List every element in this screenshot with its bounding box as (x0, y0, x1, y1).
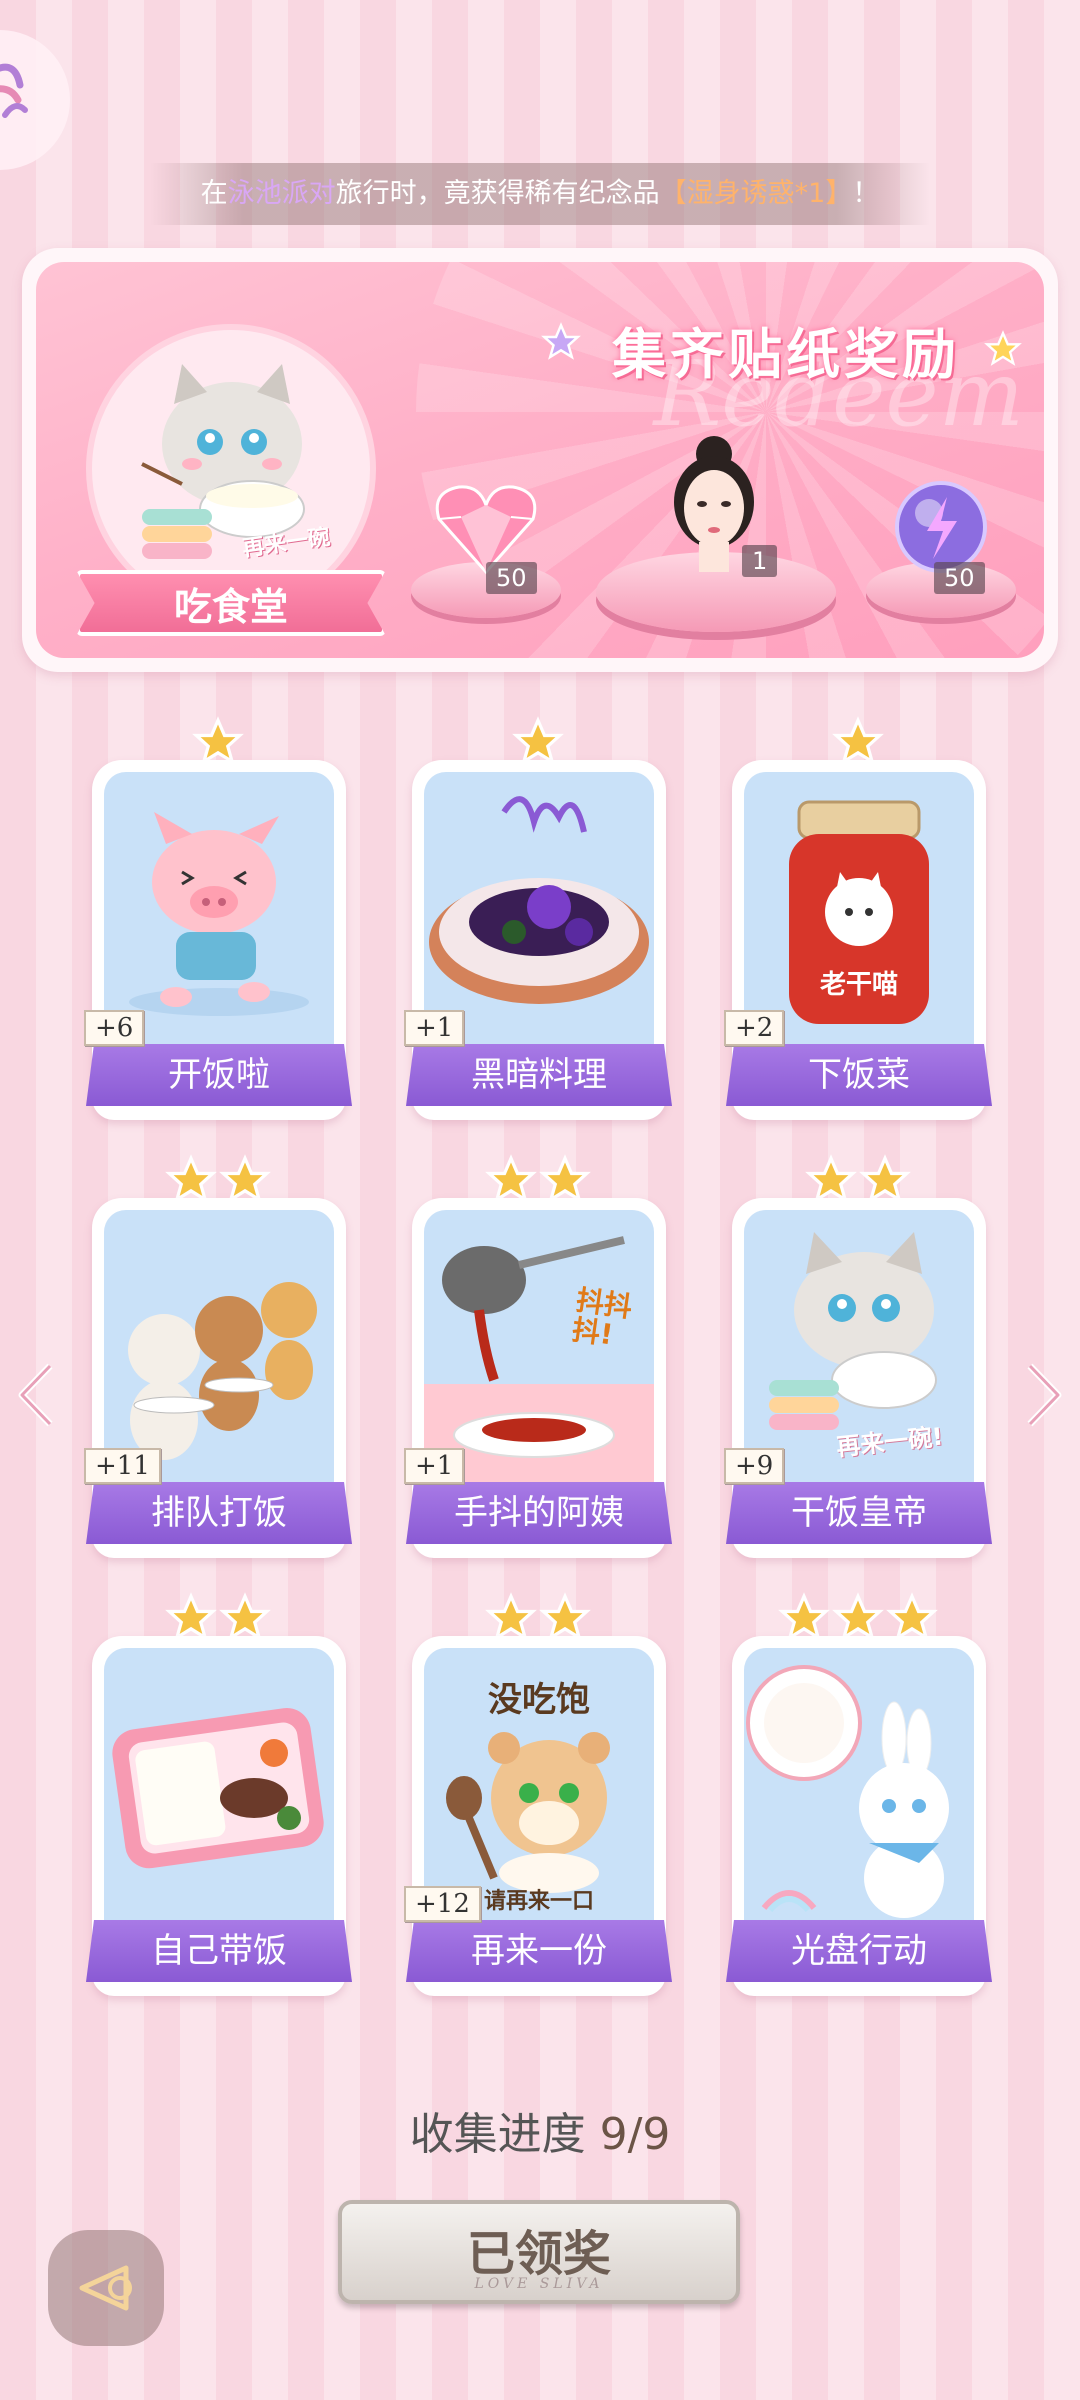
progress-value: 9/9 (599, 2109, 671, 2160)
reward-count: 1 (742, 545, 778, 577)
top-left-bubble[interactable] (0, 30, 70, 170)
back-arrow-icon (79, 2265, 132, 2311)
notice-suffix: ！ (852, 178, 880, 209)
sticker-count: +6 (84, 1010, 145, 1046)
sticker-name: 自己带饭 (86, 1920, 352, 1982)
back-button[interactable] (48, 2230, 164, 2346)
sticker-name: 再来一份 (406, 1920, 672, 1982)
sticker-name: 干饭皇帝 (726, 1482, 992, 1544)
notice-bar: 在泳池派对旅行时，竟获得稀有纪念品【湿身诱惑*1】！ (150, 163, 930, 225)
sticker-card[interactable]: 光盘行动 (726, 1636, 992, 1996)
swirl-icon (0, 63, 28, 118)
sticker-name: 排队打饭 (86, 1482, 352, 1544)
sticker-name: 光盘行动 (726, 1920, 992, 1982)
sticker-name: 下饭菜 (726, 1044, 992, 1106)
reward-banner: Redeem 再来一碗 吃食堂 集齐贴纸奖励 50 1 50 (22, 248, 1058, 672)
side-text: 抖抖抖! (570, 1283, 635, 1352)
album-name: 吃食堂 (76, 570, 386, 636)
sticker-count: +1 (404, 1448, 465, 1484)
claimed-button[interactable]: 已领奖 LOVE SLIVA (338, 2200, 740, 2304)
sticker-card[interactable]: 黑暗料理 +1 (404, 760, 672, 1120)
bento-box-icon (112, 1708, 324, 1869)
prev-arrow-icon[interactable] (14, 1360, 60, 1430)
sticker-count: +2 (724, 1010, 785, 1046)
banner-title: 集齐贴纸奖励 (612, 323, 960, 386)
notice-item: 【湿身诱惑*1】 (659, 178, 853, 209)
bunny-plate-icon (746, 1665, 949, 1918)
star-icon (984, 330, 1022, 366)
reward-count: 50 (486, 562, 537, 594)
jar-label: 老干喵 (819, 970, 898, 1000)
sticker-card[interactable]: 排队打饭 +11 (84, 1198, 352, 1558)
sticker-card[interactable]: 没吃饱 请再来一口 再来一份 +12 (404, 1636, 672, 1996)
next-arrow-icon[interactable] (1020, 1360, 1066, 1430)
notice-prefix: 在 (200, 178, 228, 209)
sticker-card[interactable]: 再来一碗! 干饭皇帝 +9 (724, 1198, 992, 1558)
sticker-name: 开饭啦 (86, 1044, 352, 1106)
sticker-count: +11 (84, 1448, 161, 1484)
sticker-count: +1 (404, 1010, 465, 1046)
sticker-name: 黑暗料理 (406, 1044, 672, 1106)
sticker-name: 手抖的阿姨 (406, 1482, 672, 1544)
top-text: 没吃饱 (488, 1680, 590, 1720)
notice-place: 泳池派对 (227, 178, 336, 209)
sticker-count: +12 (404, 1886, 481, 1922)
sticker-card[interactable]: 抖抖抖! 手抖的阿姨 +1 (404, 1198, 672, 1558)
progress-label: 收集进度 (409, 2109, 586, 2160)
notice-middle: 旅行时，竟获得稀有纪念品 (335, 178, 660, 209)
sticker-count: +9 (724, 1448, 785, 1484)
sticker-card[interactable]: 开饭啦 +6 (84, 760, 352, 1120)
collection-progress: 收集进度 9/9 (0, 2098, 1080, 2162)
reward-count: 50 (934, 562, 985, 594)
sticker-card[interactable]: 自己带饭 (86, 1636, 352, 1996)
claimed-button-sub: LOVE SLIVA (474, 2276, 604, 2292)
sticker-card[interactable]: 老干喵 下饭菜 +2 (724, 760, 992, 1120)
claimed-button-label: 已领奖 (466, 2226, 611, 2282)
